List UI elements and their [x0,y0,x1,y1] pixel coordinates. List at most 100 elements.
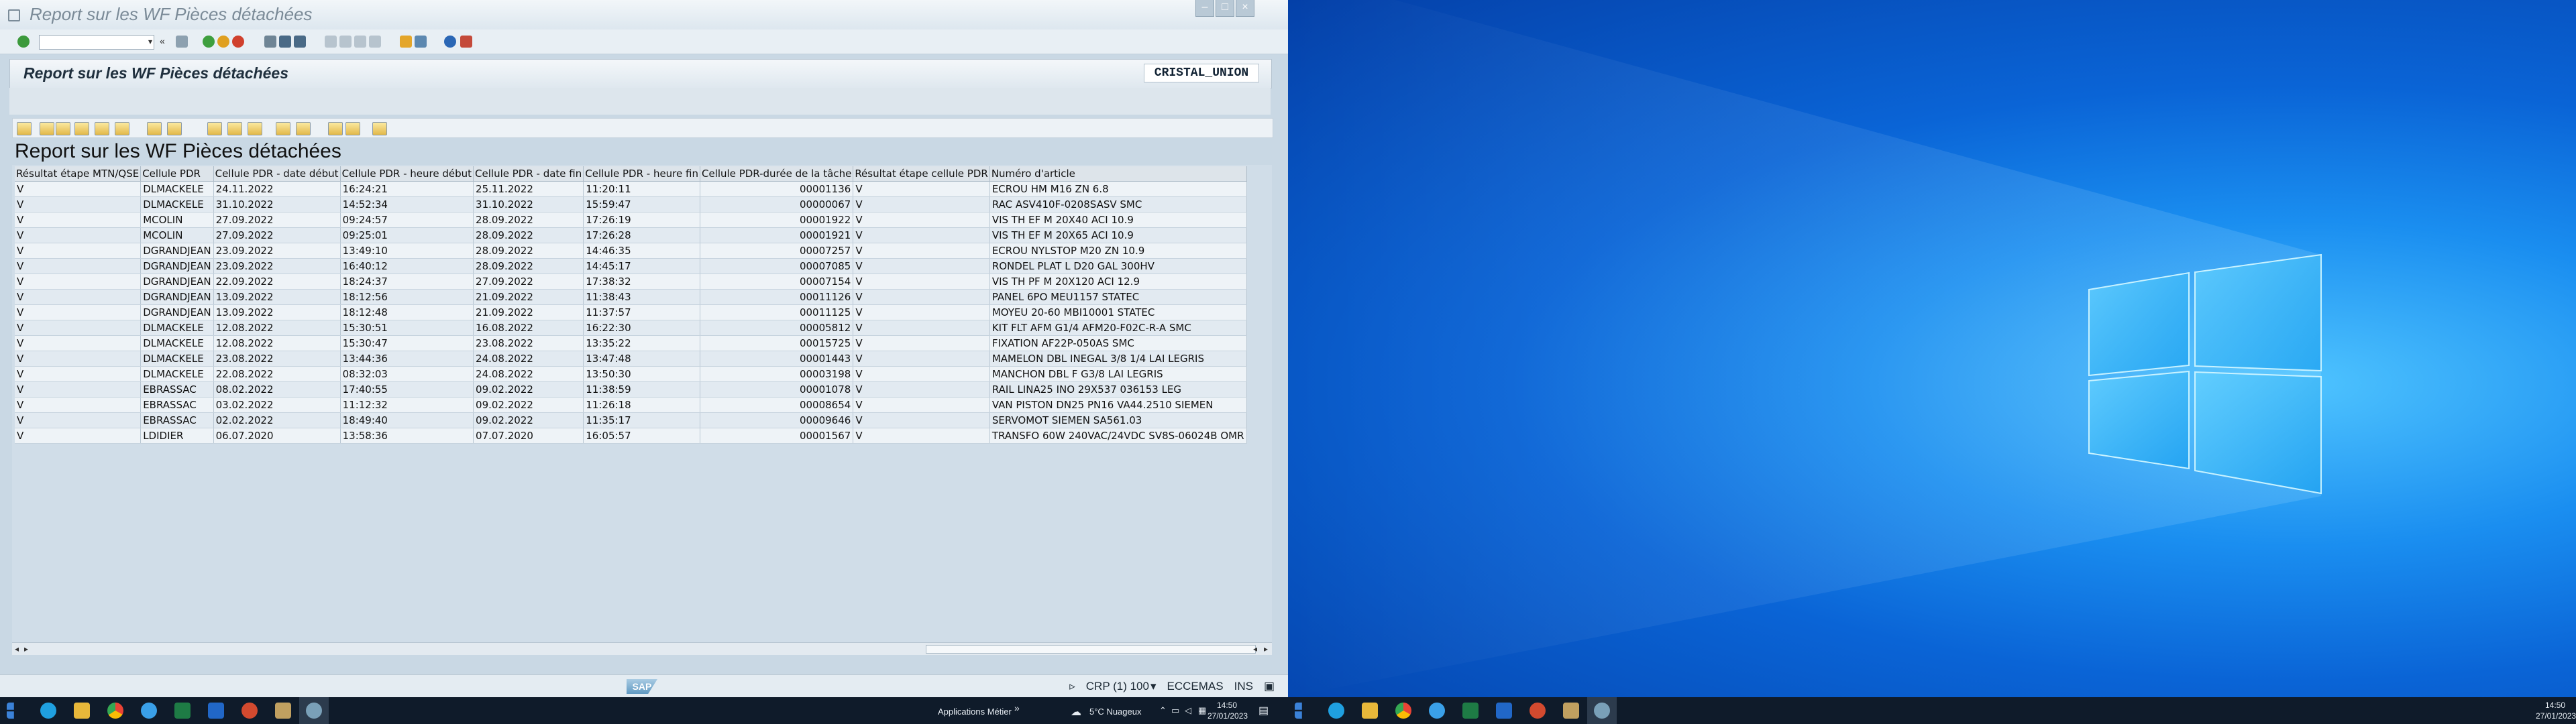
column-header[interactable]: Cellule PDR [140,166,214,182]
table-row[interactable]: V DLMACKELE 22.08.2022 08:32:03 24.08.2022 13… [15,366,1247,382]
table-row[interactable]: V DLMACKELE 12.08.2022 15:30:51 16.08.2022 16… [15,320,1247,336]
table-cell[interactable]: V [15,243,142,259]
table-cell[interactable]: 28.09.2022 [473,243,584,259]
table-cell[interactable]: 11:35:17 [583,412,700,428]
table-cell[interactable]: 08:32:03 [340,366,474,382]
previous-page-icon[interactable] [339,36,352,48]
table-cell[interactable]: V [853,381,990,398]
clock-time[interactable]: 14:50 [1217,701,1237,710]
insert-mode[interactable]: INS [1234,680,1253,693]
print-preview-icon[interactable] [207,122,222,135]
enter-icon[interactable] [17,36,30,48]
table-cell[interactable]: VIS TH EF M 20X40 ACI 10.9 [989,212,1247,228]
table-cell[interactable]: V [853,196,990,213]
save-icon[interactable] [176,36,188,48]
scroll-left-icon[interactable]: ◂ [1253,643,1257,655]
table-cell[interactable]: V [15,212,142,228]
table-cell[interactable]: 13:35:22 [583,335,700,351]
scroll-right-icon[interactable]: ▸ [24,643,28,655]
table-cell[interactable]: 00007085 [700,258,854,274]
table-cell[interactable]: 09:24:57 [340,212,474,228]
table-cell[interactable]: 00009646 [700,412,854,428]
views-icon[interactable] [248,122,262,135]
table-cell[interactable]: 00000067 [700,196,854,213]
table-cell[interactable]: DGRANDJEAN [140,304,214,320]
table-cell[interactable]: 31.10.2022 [213,196,341,213]
table-cell[interactable]: V [853,243,990,259]
app-icon[interactable] [141,703,157,719]
table-cell[interactable]: 18:24:37 [340,274,474,290]
first-page-icon[interactable] [325,36,337,48]
table-cell[interactable]: 09:25:01 [340,227,474,243]
column-header[interactable]: Cellule PDR - heure début [340,166,474,182]
table-row[interactable]: V EBRASSAC 08.02.2022 17:40:55 09.02.2022 11:… [15,381,1247,398]
table-cell[interactable]: 13.09.2022 [213,289,341,305]
table-row[interactable]: V DLMACKELE 24.11.2022 16:24:21 25.11.2022 11… [15,181,1247,197]
table-cell[interactable]: 02.02.2022 [213,412,341,428]
table-cell[interactable]: 07.07.2020 [473,428,584,444]
help-icon[interactable] [444,36,456,48]
table-cell[interactable]: 03.02.2022 [213,397,341,413]
table-cell[interactable]: 17:26:28 [583,227,700,243]
table-cell[interactable]: V [853,181,990,197]
table-cell[interactable]: 23.08.2022 [213,351,341,367]
app-icon[interactable] [1563,703,1579,719]
double-chevron-icon[interactable]: « [160,36,169,48]
table-cell[interactable]: 00003198 [700,366,854,382]
table-cell[interactable]: 11:38:59 [583,381,700,398]
table-cell[interactable]: V [853,274,990,290]
table-cell[interactable]: V [853,428,990,444]
table-cell[interactable]: V [15,304,142,320]
table-cell[interactable]: SERVOMOT SIEMEN SA561.03 [989,412,1247,428]
shortcut-icon[interactable] [415,36,427,48]
exit-icon[interactable] [217,36,229,48]
table-cell[interactable]: 16.08.2022 [473,320,584,336]
table-cell[interactable]: DLMACKELE [140,196,214,213]
sort-ascending-icon[interactable] [40,122,54,135]
find-icon[interactable] [279,36,291,48]
table-cell[interactable]: 17:26:19 [583,212,700,228]
table-cell[interactable]: DGRANDJEAN [140,289,214,305]
back-icon[interactable] [203,36,215,48]
table-row[interactable]: V DGRANDJEAN 13.09.2022 18:12:48 21.09.2022 1… [15,304,1247,320]
table-cell[interactable]: 27.09.2022 [473,274,584,290]
sort-descending-icon[interactable] [56,122,70,135]
save-layout-icon[interactable] [296,122,311,135]
table-cell[interactable]: 13:58:36 [340,428,474,444]
table-cell[interactable]: 25.11.2022 [473,181,584,197]
table-cell[interactable]: 11:12:32 [340,397,474,413]
edge-icon[interactable] [40,703,56,719]
input-icon[interactable]: ▦ [1198,705,1206,716]
table-cell[interactable]: 11:37:57 [583,304,700,320]
app-icon[interactable] [1529,703,1546,719]
table-cell[interactable]: LDIDIER [140,428,214,444]
table-cell[interactable]: DLMACKELE [140,335,214,351]
table-row[interactable]: V EBRASSAC 02.02.2022 18:49:40 09.02.2022 11:… [15,412,1247,428]
start-icon[interactable] [1295,703,1302,719]
information-icon[interactable] [372,122,387,135]
table-cell[interactable]: DGRANDJEAN [140,274,214,290]
column-header[interactable]: Cellule PDR-durée de la tâche [700,166,854,182]
table-cell[interactable]: VIS TH PF M 20X120 ACI 12.9 [989,274,1247,290]
find-next-icon[interactable] [294,36,306,48]
table-row[interactable]: V EBRASSAC 03.02.2022 11:12:32 09.02.2022 11:… [15,397,1247,413]
table-cell[interactable]: MOYEU 20-60 MBI10001 STATEC [989,304,1247,320]
chrome-icon[interactable] [1395,703,1411,719]
table-cell[interactable]: FIXATION AF22P-050AS SMC [989,335,1247,351]
table-cell[interactable]: TRANSFO 60W 240VAC/24VDC SV8S-06024B OMR [989,428,1247,444]
print-icon[interactable] [264,36,276,48]
find-icon[interactable] [74,122,89,135]
table-cell[interactable]: 00015725 [700,335,854,351]
change-layout-icon[interactable] [276,122,290,135]
app-icon[interactable] [1429,703,1445,719]
toolbar-label[interactable]: Applications Métier [938,707,1012,717]
chevron-down-icon[interactable]: ▾ [1150,680,1157,693]
table-cell[interactable]: 00007154 [700,274,854,290]
table-cell[interactable]: V [853,212,990,228]
table-cell[interactable]: V [15,227,142,243]
export-icon[interactable] [227,122,242,135]
table-cell[interactable]: 08.02.2022 [213,381,341,398]
table-cell[interactable]: V [853,412,990,428]
clock-date[interactable]: 27/01/2023 [2536,711,2576,721]
chevron-up-icon[interactable]: ⌃ [1159,705,1167,716]
